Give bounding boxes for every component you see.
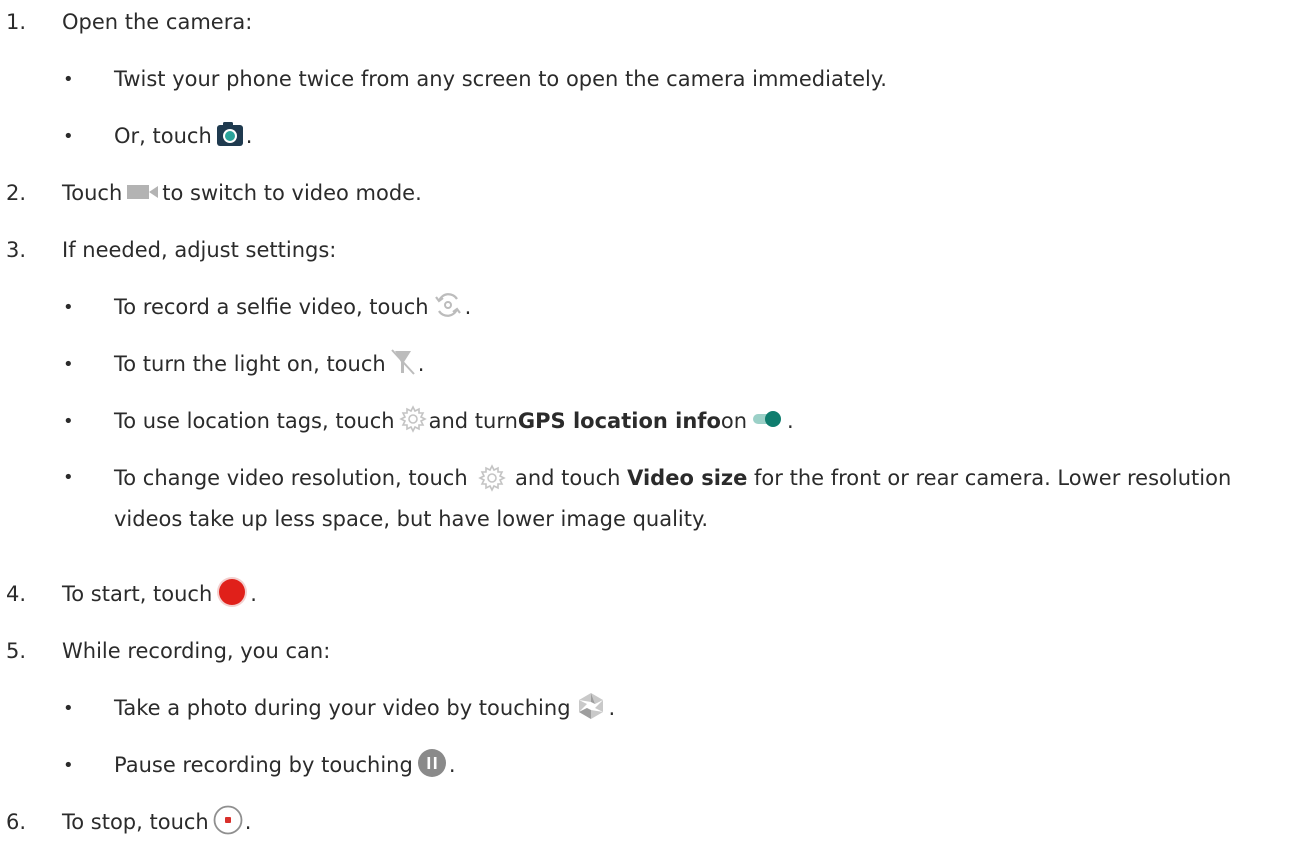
bullet: • bbox=[63, 68, 74, 90]
step-number: 5. bbox=[6, 639, 27, 663]
video-mode-icon bbox=[126, 181, 160, 205]
step-number: 2. bbox=[6, 181, 27, 205]
bullet: • bbox=[63, 296, 74, 318]
bullet-text-end: . bbox=[608, 696, 616, 720]
step-content: Touch to switch to video mode. bbox=[62, 181, 422, 205]
bullet-content: Pause recording by touching . bbox=[114, 748, 456, 783]
step-content: To start, touch . bbox=[62, 576, 257, 613]
bullet-text-end: . bbox=[787, 409, 794, 433]
video-size-label: Video size bbox=[627, 466, 748, 490]
step-number: 6. bbox=[6, 810, 27, 834]
bullet-content: To record a selfie video, touch . bbox=[114, 291, 471, 324]
bullet: • bbox=[63, 125, 74, 147]
bullet-text-after-bold: on bbox=[720, 409, 748, 433]
bullet-text-middle: and touch bbox=[508, 466, 628, 490]
step-text: Touch bbox=[62, 181, 123, 205]
step-text: If needed, adjust settings: bbox=[62, 238, 337, 262]
bullet-text: To record a selfie video, touch bbox=[114, 295, 429, 319]
step-text-end: to switch to video mode. bbox=[162, 181, 422, 205]
step-content: To stop, touch . bbox=[62, 805, 251, 840]
bullet-text: Or, touch bbox=[114, 124, 212, 148]
step-number: 1. bbox=[6, 10, 27, 34]
toggle-on-icon bbox=[751, 408, 785, 435]
bullet-content: Take a photo during your video by touchi… bbox=[114, 691, 615, 726]
step-text: To stop, touch bbox=[62, 810, 209, 834]
bullet-text: Take a photo during your video by touchi… bbox=[114, 696, 571, 720]
camera-app-icon bbox=[216, 121, 244, 152]
bullet-content: To turn the light on, touch . bbox=[114, 348, 424, 381]
step-number: 4. bbox=[6, 582, 27, 606]
bullet-text-end: . bbox=[448, 753, 456, 777]
bullet-text: To turn the light on, touch bbox=[114, 352, 386, 376]
bullet-text: Pause recording by touching bbox=[114, 753, 413, 777]
flashlight-off-icon bbox=[390, 348, 416, 381]
bullet: • bbox=[63, 697, 74, 719]
bullet: • bbox=[63, 353, 74, 375]
bullet-content: To use location tags, touch and turn GPS… bbox=[114, 404, 794, 438]
bullet-text: Twist your phone twice from any screen t… bbox=[114, 67, 887, 91]
bullet: • bbox=[63, 754, 74, 776]
bullet-text: To use location tags, touch bbox=[114, 409, 395, 433]
bullet: • bbox=[63, 410, 74, 432]
bullet-text-end: . bbox=[464, 295, 472, 319]
bullet: • bbox=[63, 467, 74, 488]
shutter-icon bbox=[575, 691, 607, 726]
bullet-content: To change video resolution, touch and to… bbox=[114, 461, 1304, 536]
bullet-text-end: . bbox=[245, 124, 253, 148]
pause-button-icon bbox=[417, 748, 447, 783]
step-text-end: . bbox=[244, 810, 252, 834]
settings-gear-icon bbox=[478, 464, 507, 502]
bullet-text-middle: and turn bbox=[428, 409, 518, 433]
step-text: Open the camera: bbox=[62, 10, 253, 34]
bullet-text: To change video resolution, touch bbox=[114, 466, 475, 490]
step-text-end: . bbox=[250, 582, 257, 606]
settings-gear-icon bbox=[398, 404, 427, 438]
bullet-content: Or, touch . bbox=[114, 121, 252, 152]
step-text: While recording, you can: bbox=[62, 639, 331, 663]
record-button-icon bbox=[216, 576, 248, 613]
switch-camera-icon bbox=[433, 291, 463, 324]
gps-location-info-label: GPS location info bbox=[517, 409, 721, 433]
step-text: To start, touch bbox=[62, 582, 213, 606]
stop-button-icon bbox=[213, 805, 243, 840]
step-number: 3. bbox=[6, 238, 27, 262]
bullet-text-end: . bbox=[417, 352, 425, 376]
